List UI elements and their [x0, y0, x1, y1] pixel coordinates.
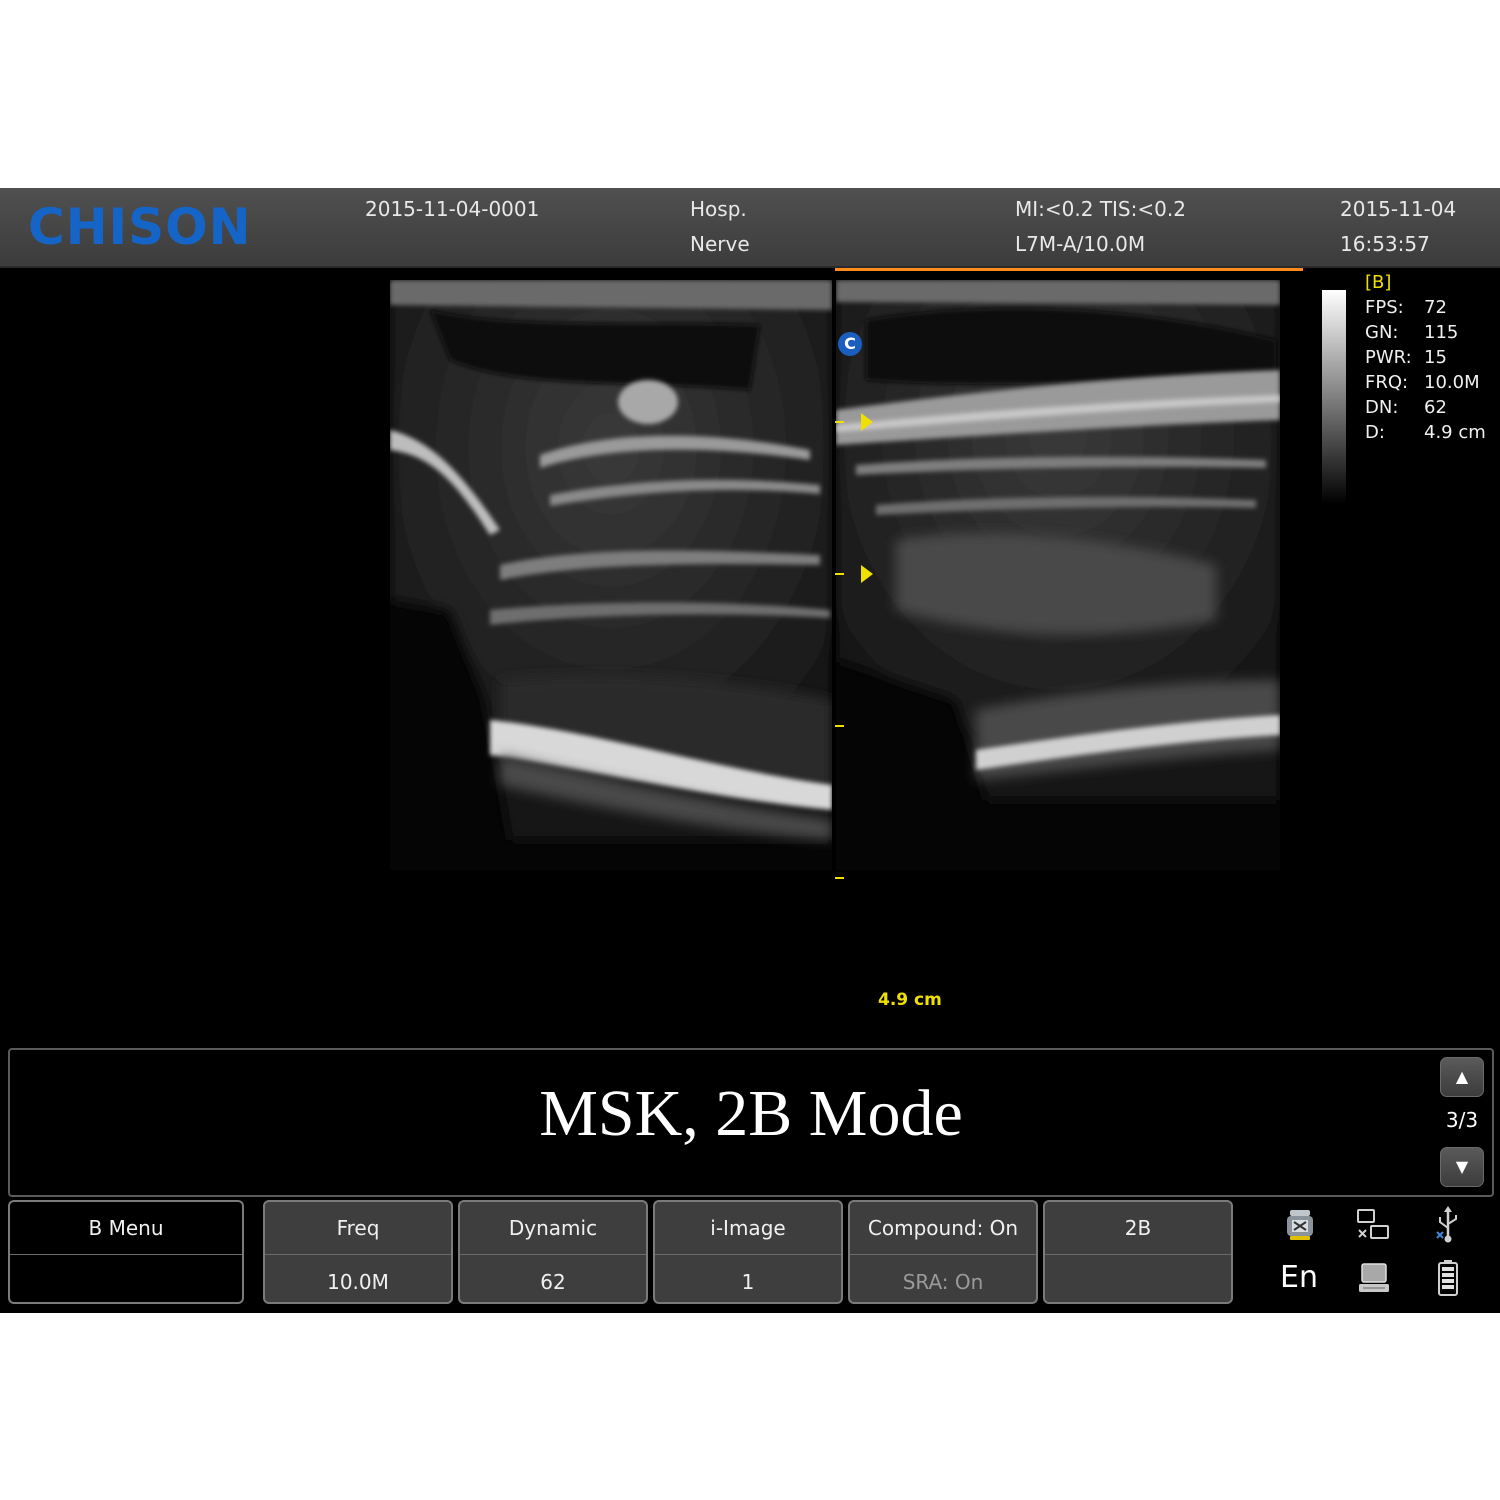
page-down-button[interactable]: ▼	[1440, 1147, 1484, 1187]
focus-marker-icon[interactable]	[861, 565, 873, 583]
param-key: PWR:	[1365, 347, 1412, 368]
param-value: 72	[1424, 297, 1447, 318]
mode-tag: [B]	[1365, 272, 1392, 293]
param-key: FRQ:	[1365, 372, 1409, 393]
imaging-parameters: [B] FPS: 72 GN: 115 PWR: 15 FRQ: 10.0M DN: 62…	[1365, 270, 1486, 445]
compound-softkey[interactable]: Compound: On SRA: On	[848, 1200, 1038, 1304]
probe-frequency: L7M-A/10.0M	[1015, 232, 1146, 256]
param-key: GN:	[1365, 322, 1399, 343]
dynamic-softkey[interactable]: Dynamic 62	[458, 1200, 648, 1304]
softkey-divider	[655, 1254, 841, 1255]
softkey-divider	[850, 1254, 1036, 1255]
ultrasound-screen: CHISON 2015-11-04-0001 Hosp. Nerve MI:<0…	[0, 188, 1500, 1313]
depth-tick	[835, 421, 844, 423]
freq-softkey[interactable]: Freq 10.0M	[263, 1200, 453, 1304]
param-value: 4.9 cm	[1424, 422, 1486, 443]
depth-tick	[835, 725, 844, 727]
center-marker-icon: C	[838, 332, 862, 356]
active-image-indicator	[835, 268, 1303, 271]
focus-marker-icon[interactable]	[861, 413, 873, 431]
battery-icon	[1437, 1260, 1459, 1300]
caption-text: MSK, 2B Mode	[539, 1077, 963, 1150]
exam-id: 2015-11-04-0001	[365, 197, 540, 221]
softkey-label: Freq	[336, 1216, 380, 1240]
page-indicator: 3/3	[1445, 1108, 1479, 1132]
param-key: FPS:	[1365, 297, 1404, 318]
header-bar: CHISON 2015-11-04-0001 Hosp. Nerve MI:<0…	[0, 188, 1500, 268]
current-date: 2015-11-04	[1340, 197, 1457, 221]
softkey-divider	[1045, 1254, 1231, 1255]
softkey-label: Compound: On	[867, 1216, 1019, 1240]
softkey-divider	[10, 1254, 242, 1255]
current-time: 16:53:57	[1340, 232, 1430, 256]
softkey-value: 1	[741, 1270, 755, 1294]
softkey-value: SRA: On	[902, 1270, 984, 1294]
b-menu-button[interactable]: B Menu	[8, 1200, 244, 1304]
brand-logo: CHISON	[28, 198, 252, 256]
left-b-image[interactable]	[390, 280, 832, 870]
grayscale-bar	[1322, 290, 1346, 504]
computer-icon[interactable]	[1357, 1262, 1391, 1300]
param-value: 10.0M	[1424, 372, 1480, 393]
param-value: 115	[1424, 322, 1459, 343]
acoustic-indices: MI:<0.2 TIS:<0.2	[1015, 197, 1186, 221]
param-key: DN:	[1365, 397, 1399, 418]
2b-softkey[interactable]: 2B	[1043, 1200, 1233, 1304]
depth-tick	[835, 573, 844, 575]
softkey-label: B Menu	[88, 1216, 164, 1240]
softkey-label: 2B	[1124, 1216, 1152, 1240]
network-disconnected-icon[interactable]	[1356, 1208, 1390, 1246]
softkey-label: Dynamic	[508, 1216, 598, 1240]
usb-icon[interactable]	[1435, 1206, 1461, 1248]
softkey-divider	[265, 1254, 451, 1255]
print-disabled-icon[interactable]	[1284, 1208, 1316, 1246]
language-indicator[interactable]: En	[1280, 1260, 1318, 1295]
i-image-softkey[interactable]: i-Image 1	[653, 1200, 843, 1304]
softkey-label: i-Image	[710, 1216, 786, 1240]
depth-tick	[835, 877, 844, 879]
depth-label: 4.9 cm	[878, 990, 942, 1010]
exam-preset: Nerve	[690, 232, 750, 256]
right-b-image[interactable]	[836, 280, 1280, 870]
param-value: 15	[1424, 347, 1447, 368]
hospital-name: Hosp.	[690, 197, 747, 221]
caption-panel: MSK, 2B Mode	[8, 1048, 1494, 1197]
softkey-value: 62	[540, 1270, 566, 1294]
page-up-button[interactable]: ▲	[1440, 1057, 1484, 1097]
softkey-value: 10.0M	[327, 1270, 389, 1294]
param-value: 62	[1424, 397, 1447, 418]
param-key: D:	[1365, 422, 1385, 443]
softkey-divider	[460, 1254, 646, 1255]
